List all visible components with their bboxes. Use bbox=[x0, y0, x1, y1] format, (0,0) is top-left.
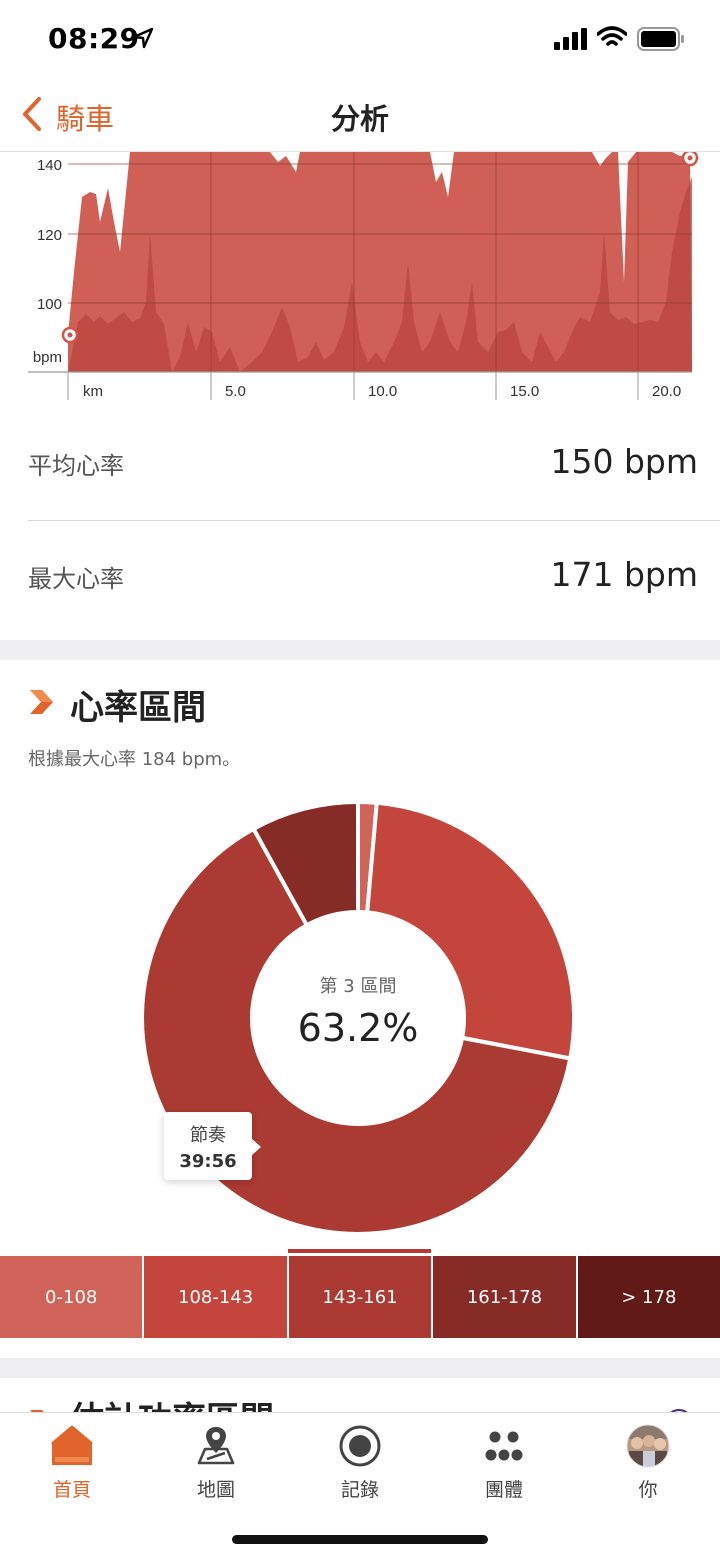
wifi-icon bbox=[597, 26, 627, 46]
average-heart-rate-row: 平均心率 150 bpm bbox=[28, 408, 698, 520]
heart-rate-chart[interactable]: 140 120 100 bpm km 5.0 10.0 15.0 20.0 bbox=[0, 152, 720, 402]
tab-record[interactable]: 記錄 bbox=[288, 1413, 432, 1513]
status-bar: 08:29 bbox=[0, 0, 720, 80]
tab-record-label: 記錄 bbox=[340, 1479, 379, 1501]
zone-tooltip: 節奏 39:56 bbox=[164, 1112, 261, 1180]
tab-you[interactable]: 你 bbox=[576, 1413, 720, 1513]
selected-zone-indicator bbox=[288, 1249, 431, 1253]
max-heart-rate-row: 最大心率 171 bpm bbox=[28, 521, 698, 633]
tab-you-label: 你 bbox=[638, 1479, 658, 1501]
tab-home[interactable]: 首頁 bbox=[0, 1413, 144, 1513]
record-icon bbox=[339, 1425, 381, 1467]
power-zones-section-peek: 估計功率區間 bbox=[0, 1380, 720, 1416]
tab-home-label: 首頁 bbox=[52, 1479, 91, 1501]
tab-groups[interactable]: 團體 bbox=[432, 1413, 576, 1513]
home-indicator bbox=[232, 1535, 488, 1544]
zone-button-5[interactable]: > 178 bbox=[577, 1256, 720, 1338]
section-separator bbox=[0, 1358, 720, 1378]
section-separator bbox=[0, 640, 720, 660]
average-heart-rate-value: 150 bpm bbox=[550, 442, 698, 481]
home-icon bbox=[51, 1425, 93, 1465]
zone-button-4[interactable]: 161-178 bbox=[433, 1256, 578, 1338]
chart-end-marker bbox=[681, 152, 699, 167]
x-axis-unit-label: km bbox=[83, 383, 103, 400]
map-icon bbox=[197, 1427, 235, 1465]
x-tick-label: 10.0 bbox=[368, 383, 397, 400]
page-title: 分析 bbox=[330, 102, 389, 136]
max-heart-rate-value: 171 bpm bbox=[550, 555, 698, 594]
max-heart-rate-label: 最大心率 bbox=[28, 565, 124, 593]
average-heart-rate-label: 平均心率 bbox=[28, 452, 124, 480]
cellular-signal-icon bbox=[554, 28, 587, 50]
chart-x-ticks bbox=[67, 372, 639, 400]
selected-zone-label: 第 3 區間 bbox=[319, 976, 397, 997]
y-tick-label: 120 bbox=[37, 227, 62, 244]
zones-subtitle: 根據最大心率 184 bpm。 bbox=[28, 749, 241, 770]
status-time: 08:29 bbox=[48, 22, 140, 55]
tooltip-label: 節奏 bbox=[190, 1125, 226, 1146]
battery-icon bbox=[637, 27, 684, 51]
tooltip-value: 39:56 bbox=[179, 1151, 237, 1172]
y-axis-unit-label: bpm bbox=[33, 349, 62, 366]
avatar-icon bbox=[626, 1424, 670, 1468]
zone-button-1[interactable]: 0-108 bbox=[0, 1256, 145, 1338]
donut-center: 第 3 區間 63.2% bbox=[248, 972, 468, 1050]
y-tick-label: 100 bbox=[37, 296, 62, 313]
location-arrow-icon bbox=[132, 27, 154, 49]
navigation-bar: 騎車 分析 bbox=[0, 80, 720, 152]
zone-legend-bar: 0-108 108-143 143-161 161-178 > 178 bbox=[0, 1256, 720, 1338]
tab-maps[interactable]: 地圖 bbox=[144, 1413, 288, 1513]
tab-maps-label: 地圖 bbox=[196, 1479, 235, 1501]
x-tick-label: 20.0 bbox=[652, 383, 681, 400]
chevron-right-icon bbox=[30, 690, 53, 714]
x-tick-label: 5.0 bbox=[225, 383, 246, 400]
x-tick-label: 15.0 bbox=[510, 383, 539, 400]
selected-zone-percent: 63.2% bbox=[297, 1006, 419, 1050]
zone-button-3[interactable]: 143-161 bbox=[288, 1256, 434, 1338]
groups-icon bbox=[485, 1431, 523, 1461]
y-tick-label: 140 bbox=[37, 157, 62, 174]
zone-button-2[interactable]: 108-143 bbox=[144, 1256, 289, 1338]
tab-groups-label: 團體 bbox=[484, 1479, 523, 1501]
chart-start-marker bbox=[61, 326, 79, 344]
section-title: 心率區間 bbox=[70, 688, 206, 728]
